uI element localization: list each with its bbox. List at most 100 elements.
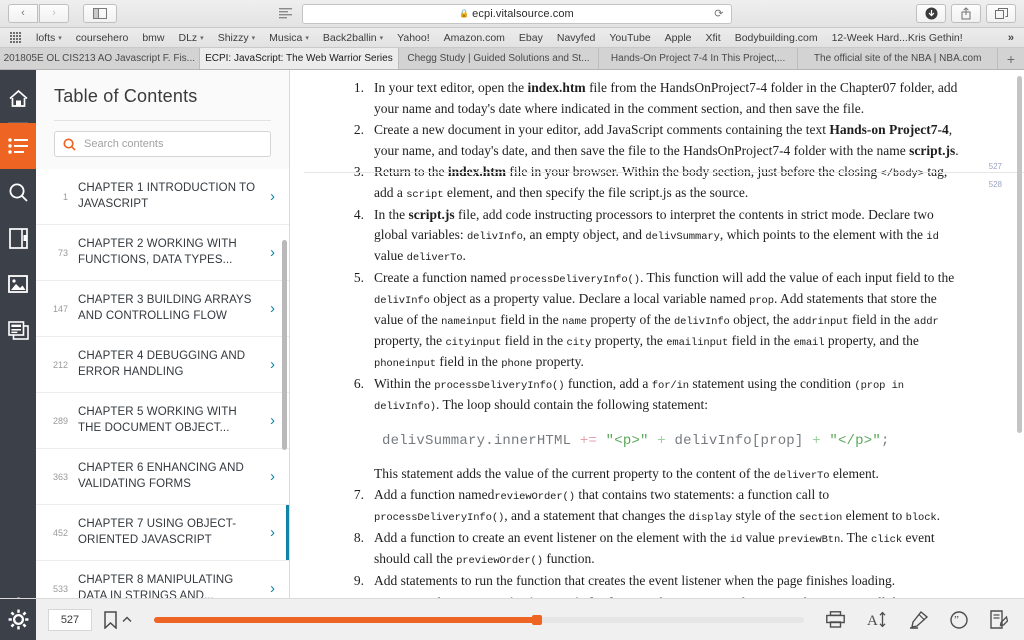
body-text: . The <box>840 530 871 545</box>
inline-code: emailinput <box>666 337 728 349</box>
toc-list: 1CHAPTER 1 INTRODUCTION TO JAVASCRIPT›73… <box>36 169 289 640</box>
share-button[interactable] <box>951 4 981 23</box>
code-block: delivSummary.innerHTML += "<p>" + delivI… <box>338 417 964 464</box>
browser-tab[interactable]: Chegg Study | Guided Solutions and St... <box>399 48 599 69</box>
browser-chrome: ‹ › 🔒 ecpi.vitalsource.com ⟳ <box>0 0 1024 70</box>
notebook-icon <box>9 228 28 249</box>
toc-search-input[interactable]: Search contents <box>54 131 271 157</box>
bookmark-item[interactable]: coursehero <box>69 32 136 44</box>
toc-item[interactable]: 1CHAPTER 1 INTRODUCTION TO JAVASCRIPT› <box>36 169 289 225</box>
toc-item[interactable]: 147CHAPTER 3 BUILDING ARRAYS AND CONTROL… <box>36 281 289 337</box>
chevron-right-icon[interactable]: › <box>270 188 275 205</box>
bookmark-item[interactable]: Amazon.com <box>437 32 512 44</box>
print-button[interactable] <box>826 611 845 628</box>
toc-item-label: CHAPTER 7 USING OBJECT-ORIENTED JAVASCRI… <box>78 517 260 548</box>
font-size-icon: A <box>867 611 887 628</box>
bookmark-item[interactable]: 12-Week Hard...Kris Gethin! <box>825 32 970 44</box>
browser-tab[interactable]: Hands-On Project 7-4 In This Project,... <box>599 48 799 69</box>
chevron-right-icon[interactable]: › <box>270 300 275 317</box>
bookmark-item[interactable]: Shizzy▾ <box>211 32 262 44</box>
rail-item-flashcards[interactable] <box>0 307 36 353</box>
reader-scrollbar[interactable] <box>1017 76 1022 634</box>
sidebar-toggle-button[interactable] <box>83 4 117 23</box>
bookmarks-overflow-button[interactable]: » <box>1008 32 1018 44</box>
notes-button[interactable] <box>990 610 1008 629</box>
body-text: function. <box>543 551 595 566</box>
highlighter-button[interactable] <box>909 611 928 629</box>
chevron-right-icon[interactable]: › <box>270 468 275 485</box>
bookmark-label: Apple <box>665 32 692 44</box>
back-chevron-icon: ‹ <box>21 8 25 19</box>
bookmark-label: Xfit <box>706 32 721 44</box>
bookmark-label: Navyfed <box>557 32 596 44</box>
font-size-button[interactable]: A <box>867 611 887 628</box>
address-bar[interactable]: 🔒 ecpi.vitalsource.com ⟳ <box>302 4 732 24</box>
bookmark-item[interactable]: Xfit <box>699 32 728 44</box>
tab-overview-button[interactable] <box>986 4 1016 23</box>
toc-item[interactable]: 363CHAPTER 6 ENHANCING AND VALIDATING FO… <box>36 449 289 505</box>
bookmark-icon[interactable] <box>104 611 117 629</box>
toc-scrollbar-thumb[interactable] <box>282 240 287 450</box>
body-text: element. <box>829 466 878 481</box>
reading-progress-knob[interactable] <box>532 615 542 625</box>
back-button[interactable]: ‹ <box>8 4 38 23</box>
rail-item-notebook[interactable] <box>0 215 36 261</box>
rail-item-search[interactable] <box>0 169 36 215</box>
toc-item-label: CHAPTER 2 WORKING WITH FUNCTIONS, DATA T… <box>78 237 260 268</box>
rail-item-figures[interactable] <box>0 261 36 307</box>
chevron-right-icon[interactable]: › <box>270 524 275 541</box>
body-text: Add a function to create an event listen… <box>374 530 730 545</box>
rail-item-table-of-contents[interactable] <box>0 123 36 169</box>
settings-gear-button[interactable] <box>0 599 36 640</box>
browser-tab[interactable]: 201805E OL CIS213 AO Javascript F. Fis..… <box>0 48 200 69</box>
reader-view-icon[interactable] <box>279 8 292 19</box>
toc-scrollbar[interactable] <box>282 188 287 578</box>
citation-button[interactable]: ” <box>950 611 968 629</box>
code-token: "</p>" <box>829 433 881 449</box>
bookmark-item[interactable]: Apple <box>658 32 699 44</box>
bookmark-item[interactable]: Back2ballin▾ <box>316 32 390 44</box>
bookmark-item[interactable]: Navyfed <box>550 32 603 44</box>
toc-item[interactable]: 452CHAPTER 7 USING OBJECT-ORIENTED JAVAS… <box>36 505 289 561</box>
forward-button[interactable]: › <box>39 4 69 23</box>
apps-grid-icon[interactable] <box>10 32 21 43</box>
bookmark-item[interactable]: Bodybuilding.com <box>728 32 825 44</box>
bookmark-item[interactable]: Musica▾ <box>262 32 316 44</box>
toc-item[interactable]: 289CHAPTER 5 WORKING WITH THE DOCUMENT O… <box>36 393 289 449</box>
bookmark-item[interactable]: Ebay <box>512 32 550 44</box>
toc-item[interactable]: 73CHAPTER 2 WORKING WITH FUNCTIONS, DATA… <box>36 225 289 281</box>
bookmark-item[interactable]: YouTube <box>602 32 657 44</box>
reload-icon[interactable]: ⟳ <box>714 7 723 20</box>
rail-item-home[interactable] <box>0 76 36 122</box>
bold-text: script.js <box>409 207 455 222</box>
toc-item[interactable]: 212CHAPTER 4 DEBUGGING AND ERROR HANDLIN… <box>36 337 289 393</box>
code-token: delivSummary.innerHTML <box>382 433 580 449</box>
chevron-right-icon[interactable]: › <box>270 356 275 373</box>
download-button[interactable] <box>916 4 946 23</box>
body-text: property, the <box>374 333 445 348</box>
chevron-down-icon: ▾ <box>252 34 256 42</box>
inline-code: cityinput <box>445 337 501 349</box>
chevron-right-icon[interactable]: › <box>270 412 275 429</box>
new-tab-button[interactable]: + <box>998 48 1024 69</box>
inline-code: nameinput <box>441 316 497 328</box>
bookmark-group[interactable] <box>104 611 132 629</box>
reader-tools-group: A ” <box>826 610 1008 629</box>
bookmark-item[interactable]: DLz▾ <box>171 32 210 44</box>
bookmark-item[interactable]: Yahoo! <box>390 32 437 44</box>
inline-code: script <box>406 189 443 201</box>
inline-code: id <box>926 231 938 243</box>
chevron-up-icon[interactable] <box>122 616 132 623</box>
page-number-input[interactable]: 527 <box>48 609 92 631</box>
browser-tab[interactable]: ECPI: JavaScript: The Web Warrior Series <box>200 48 400 69</box>
inline-code: phone <box>501 358 532 370</box>
browser-tab[interactable]: The official site of the NBA | NBA.com <box>798 48 998 69</box>
chevron-right-icon[interactable]: › <box>270 244 275 261</box>
reading-progress-slider[interactable] <box>154 617 804 623</box>
toc-item-page: 1 <box>46 192 68 202</box>
chevron-right-icon[interactable]: › <box>270 580 275 597</box>
bookmark-item[interactable]: lofts▾ <box>29 32 69 44</box>
bookmark-item[interactable]: bmw <box>135 32 171 44</box>
bookmark-label: Yahoo! <box>397 32 430 44</box>
reader-scrollbar-thumb[interactable] <box>1017 76 1022 433</box>
